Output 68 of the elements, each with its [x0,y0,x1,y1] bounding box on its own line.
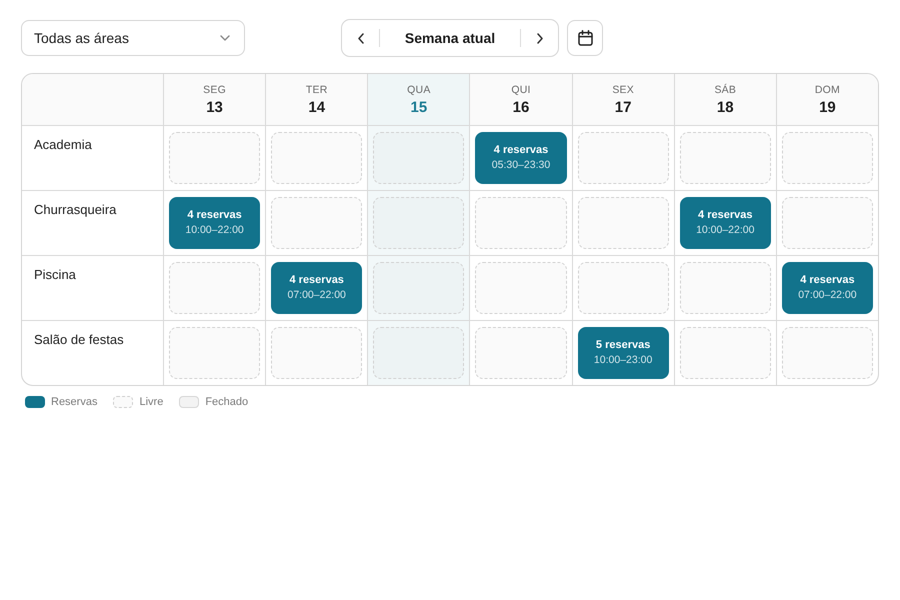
booking-hours: 07:00–22:00 [288,288,346,303]
weekday-label: SEG [203,83,226,97]
date-number: 17 [614,98,632,118]
free-slot[interactable] [680,327,771,379]
booking-hours: 10:00–22:00 [696,223,754,238]
free-slot[interactable] [578,132,669,184]
area-name: Piscina [34,267,76,282]
chevron-right-icon [536,32,542,44]
booking-block[interactable]: 4 reservas 05:30–23:30 [475,132,567,184]
free-slot[interactable] [475,197,567,249]
legend-label: Livre [139,396,164,408]
area-name: Salão de festas [34,332,124,347]
free-slot[interactable] [169,327,260,379]
area-name: Churrasqueira [34,202,116,217]
date-number: 13 [206,98,223,118]
booking-count: 4 reservas [698,208,752,223]
free-slot[interactable] [169,262,260,314]
date-number: 18 [716,98,734,118]
calendar-icon [578,30,592,46]
free-slot[interactable] [782,327,873,379]
date-number: 19 [819,98,836,118]
weekday-label: DOM [814,83,840,97]
date-number: 14 [308,98,326,118]
free-slot[interactable] [169,132,260,184]
free-slot[interactable] [680,132,771,184]
free-slot[interactable] [475,327,567,379]
week-label: Semana atual [404,30,496,46]
date-number: 16 [512,98,530,118]
free-slot[interactable] [782,197,873,249]
free-slot[interactable] [475,262,567,314]
weekday-label: SEX [612,83,634,97]
free-slot[interactable] [373,132,464,184]
booking-hours: 10:00–23:00 [594,353,652,368]
booking-count: 4 reservas [289,273,344,288]
free-slot[interactable] [271,132,362,184]
weekday-label: TER [306,83,328,97]
booking-hours: 05:30–23:30 [492,158,550,173]
free-slot[interactable] [373,327,464,379]
weekday-label: QUI [511,83,531,97]
free-slot[interactable] [271,197,362,249]
booking-block[interactable]: 4 reservas 07:00–22:00 [271,262,362,314]
free-slot[interactable] [680,262,771,314]
booking-count: 4 reservas [187,208,242,223]
free-slot[interactable] [373,197,464,249]
legend-label: Reservas [51,396,98,408]
chevron-left-icon [358,32,364,44]
booking-block[interactable]: 4 reservas 10:00–22:00 [169,197,260,249]
legend-label: Fechado [205,396,248,408]
free-slot[interactable] [578,262,669,314]
booking-count: 4 reservas [800,273,855,288]
free-slot[interactable] [782,132,873,184]
calendar-button[interactable] [567,20,603,56]
booking-block[interactable]: 4 reservas 10:00–22:00 [680,197,771,249]
free-slot[interactable] [271,327,362,379]
area-select[interactable]: Todas as áreas [21,20,245,56]
booking-count: 4 reservas [494,143,548,158]
booking-block[interactable]: 4 reservas 07:00–22:00 [782,262,873,314]
date-number: 15 [410,98,428,118]
free-slot[interactable] [578,197,669,249]
weekday-label: SÁB [714,83,736,97]
chevron-down-icon [220,35,230,41]
free-slot[interactable] [373,262,464,314]
booking-hours: 10:00–22:00 [185,223,244,238]
booking-hours: 07:00–22:00 [798,288,857,303]
booking-block[interactable]: 5 reservas 10:00–23:00 [578,327,669,379]
weekday-label: QUA [407,83,431,97]
booking-count: 5 reservas [596,338,650,353]
area-name: Academia [34,137,92,152]
